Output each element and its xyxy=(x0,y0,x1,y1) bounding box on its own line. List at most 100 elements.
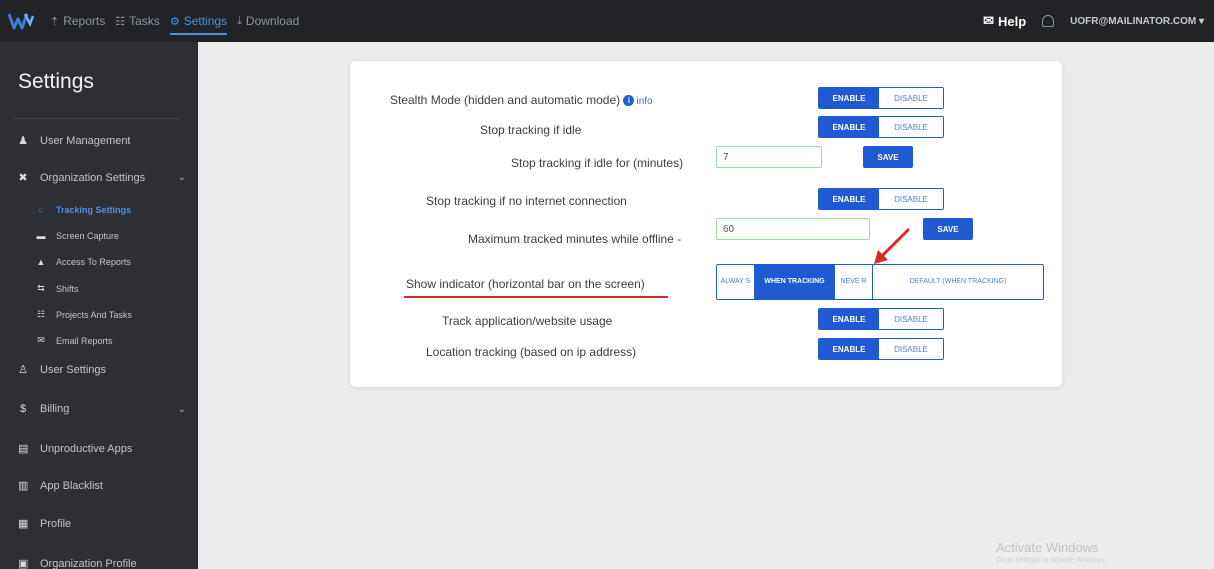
sidebar-item-user-management[interactable]: ♟ User Management xyxy=(18,134,190,148)
offline-max-save-button[interactable]: SAVE xyxy=(923,218,973,240)
sidebar-item-screen-capture[interactable]: ▬ Screen Capture xyxy=(36,231,208,241)
tracking-icon: ○ xyxy=(38,205,44,215)
email-icon: ✉ xyxy=(37,335,45,345)
sidebar-divider xyxy=(14,118,180,119)
sidebar-item-label: Billing xyxy=(40,403,70,415)
chevron-down-icon: ▾ xyxy=(1198,15,1204,27)
show-indicator-label: Show indicator (horizontal bar on the sc… xyxy=(406,277,645,291)
projects-icon: ☷ xyxy=(36,309,46,319)
idle-disable-button[interactable]: DISABLE xyxy=(879,117,943,137)
nav-settings[interactable]: ⚙ Settings xyxy=(169,0,228,42)
nav-label: Settings xyxy=(183,14,228,28)
sidebar-item-label: User Settings xyxy=(40,363,107,376)
sidebar-item-label: Email Reports xyxy=(56,335,113,346)
download-icon: ⤓ xyxy=(237,14,242,27)
sidebar-item-organization-profile[interactable]: ▣ Organization Profile xyxy=(18,557,190,569)
stealth-mode-toggle: ENABLE DISABLE xyxy=(818,87,944,109)
sidebar-item-profile[interactable]: ▦ Profile xyxy=(18,517,190,531)
sidebar-item-app-blacklist[interactable]: ▥ App Blacklist xyxy=(18,479,190,493)
red-arrow-annotation xyxy=(874,228,910,264)
activate-windows-subtitle: Go to Settings to activate Windows. xyxy=(996,557,1107,564)
indicator-never-option[interactable]: NEVE R xyxy=(835,265,873,299)
list-icon: ☷ xyxy=(115,15,126,28)
help-label: Help xyxy=(997,13,1027,29)
sidebar-item-projects-and-tasks[interactable]: ☷ Projects And Tasks xyxy=(36,309,208,320)
idle-minutes-save-button[interactable]: SAVE xyxy=(863,146,913,168)
red-underline-annotation xyxy=(404,296,668,298)
sidebar-item-label: Profile xyxy=(40,517,72,530)
account-menu[interactable]: UOFR@MAILINATOR.COM ▾ xyxy=(1070,16,1204,27)
sidebar-item-unproductive-apps[interactable]: ▤ Unproductive Apps xyxy=(18,442,190,456)
profile-icon: ▦ xyxy=(18,518,29,530)
app-usage-toggle: ENABLE DISABLE xyxy=(818,308,944,330)
nav-tasks[interactable]: ☷ Tasks xyxy=(115,0,160,42)
org-profile-icon: ▣ xyxy=(18,558,29,569)
lock-icon: ▲ xyxy=(36,257,46,267)
activate-windows-watermark: Activate Windows xyxy=(996,540,1099,555)
stealth-disable-button[interactable]: DISABLE xyxy=(879,88,943,108)
app-logo-icon[interactable] xyxy=(8,10,34,32)
info-link[interactable]: info xyxy=(636,96,652,107)
stealth-enable-button[interactable]: ENABLE xyxy=(819,88,879,108)
nav-label: Reports xyxy=(63,14,106,28)
location-tracking-label: Location tracking (based on ip address) xyxy=(426,345,637,359)
help-button[interactable]: ✉ Help xyxy=(983,13,1026,29)
apps-icon: ▤ xyxy=(18,443,29,455)
tracking-settings-card: Stealth Mode (hidden and automatic mode)… xyxy=(350,61,1062,387)
sidebar-item-billing[interactable]: $ Billing ⌄ xyxy=(18,403,190,415)
stealth-mode-text: Stealth Mode (hidden and automatic mode) xyxy=(390,93,621,107)
no-internet-disable-button[interactable]: DISABLE xyxy=(879,189,943,209)
nav-reports[interactable]: ⇡ Reports xyxy=(50,0,105,42)
nav-label: Download xyxy=(245,14,300,28)
bell-icon[interactable] xyxy=(1042,15,1055,27)
sidebar-item-label: App Blacklist xyxy=(40,479,103,492)
sidebar-item-label: Tracking Settings xyxy=(56,205,132,215)
sidebar: Settings ♟ User Management ✖ Organizatio… xyxy=(0,42,198,569)
sidebar-item-label: Organization Profile xyxy=(40,557,137,569)
main-nav: ⇡ Reports ☷ Tasks ⚙ Settings ⤓ Download xyxy=(50,0,299,42)
sidebar-item-label: Projects And Tasks xyxy=(56,309,132,320)
dollar-icon: $ xyxy=(19,403,27,415)
camera-icon: ▬ xyxy=(36,231,46,241)
stealth-mode-label: Stealth Mode (hidden and automatic mode)… xyxy=(390,93,653,107)
stop-idle-toggle: ENABLE DISABLE xyxy=(818,116,944,138)
location-disable-button[interactable]: DISABLE xyxy=(879,339,943,359)
app-usage-enable-button[interactable]: ENABLE xyxy=(819,309,879,329)
app-usage-label: Track application/website usage xyxy=(442,314,613,328)
users-icon: ♟ xyxy=(18,135,28,147)
org-icon: ✖ xyxy=(18,172,28,184)
indicator-when-tracking-option[interactable]: WHEN TRACKING xyxy=(755,265,835,299)
indicator-always-option[interactable]: ALWAY S xyxy=(717,265,755,299)
idle-enable-button[interactable]: ENABLE xyxy=(819,117,879,137)
info-icon[interactable]: i xyxy=(623,95,635,107)
sidebar-item-organization-settings[interactable]: ✖ Organization Settings ⌄ xyxy=(18,171,190,185)
stop-idle-label: Stop tracking if idle xyxy=(480,123,582,137)
no-internet-enable-button[interactable]: ENABLE xyxy=(819,189,879,209)
chart-icon: ⇡ xyxy=(50,15,60,28)
sidebar-item-access-to-reports[interactable]: ▲ Access To Reports xyxy=(36,257,208,267)
settings-icon: ⚙ xyxy=(169,15,180,28)
nav-label: Tasks xyxy=(129,14,160,28)
app-usage-disable-button[interactable]: DISABLE xyxy=(879,309,943,329)
sidebar-item-email-reports[interactable]: ✉ Email Reports xyxy=(36,335,208,346)
help-icon: ✉ xyxy=(983,13,994,28)
indicator-default-option[interactable]: DEFAULT (WHEN TRACKING) xyxy=(873,265,1043,299)
sidebar-title: Settings xyxy=(18,70,94,93)
offline-max-input[interactable] xyxy=(716,218,870,240)
sidebar-item-tracking-settings[interactable]: ○ Tracking Settings xyxy=(36,205,208,215)
sidebar-item-label: User Management xyxy=(40,134,131,147)
sidebar-item-user-settings[interactable]: ♙ User Settings xyxy=(18,363,190,377)
sidebar-item-label: Shifts xyxy=(56,283,79,294)
sidebar-item-label: Access To Reports xyxy=(56,257,131,267)
nav-download[interactable]: ⤓ Download xyxy=(237,0,299,42)
location-tracking-toggle: ENABLE DISABLE xyxy=(818,338,944,360)
location-enable-button[interactable]: ENABLE xyxy=(819,339,879,359)
sidebar-item-shifts[interactable]: ⇆ Shifts xyxy=(36,283,208,294)
no-internet-toggle: ENABLE DISABLE xyxy=(818,188,944,210)
idle-minutes-label: Stop tracking if idle for (minutes) xyxy=(511,156,684,170)
no-internet-label: Stop tracking if no internet connection xyxy=(426,194,627,208)
idle-minutes-input[interactable] xyxy=(716,146,822,168)
user-settings-icon: ♙ xyxy=(18,364,28,376)
show-indicator-segmented-control: ALWAY S WHEN TRACKING NEVE R DEFAULT (WH… xyxy=(716,264,1044,300)
top-right-controls: ✉ Help UOFR@MAILINATOR.COM ▾ xyxy=(983,0,1204,42)
